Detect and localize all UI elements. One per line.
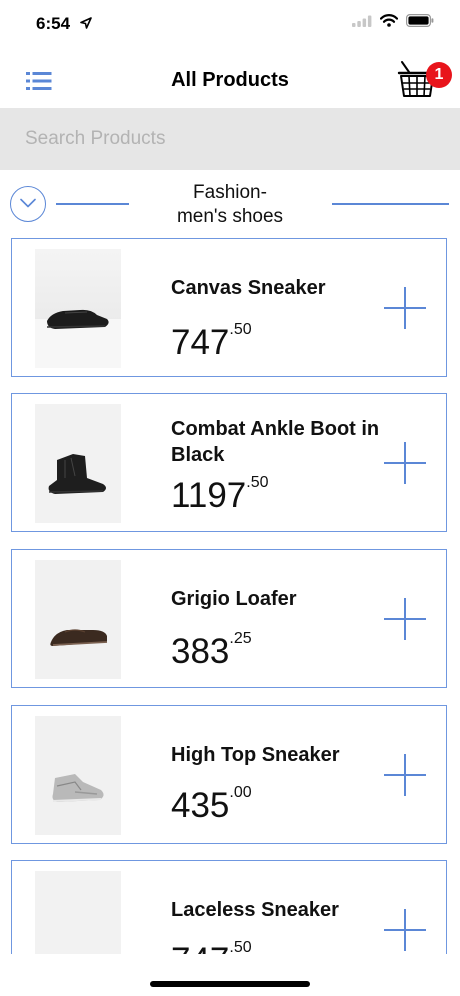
add-to-cart-button[interactable]	[384, 287, 426, 329]
product-image	[35, 871, 121, 954]
product-name: Laceless Sneaker	[171, 899, 339, 921]
product-name: Grigio Loafer	[171, 588, 297, 610]
product-image	[35, 716, 121, 835]
category-expand-button[interactable]	[10, 186, 46, 222]
category-header: Fashion- men's shoes	[0, 176, 460, 234]
product-price: 747.50	[171, 939, 252, 954]
battery-icon	[406, 14, 434, 27]
price-main: 383	[171, 632, 230, 671]
shoe-image	[35, 309, 121, 368]
product-card[interactable]: High Top Sneaker 435.00	[11, 705, 447, 844]
signal-icon	[352, 15, 372, 27]
product-card[interactable]: Canvas Sneaker 747.50	[11, 238, 447, 377]
location-arrow-icon	[80, 17, 92, 29]
add-to-cart-button[interactable]	[384, 754, 426, 796]
page-title: All Products	[171, 69, 289, 91]
price-main: 747	[171, 323, 230, 362]
category-divider-left	[56, 203, 129, 205]
status-bar: 6:54	[0, 0, 460, 50]
shoe-image	[35, 560, 121, 679]
price-cents: .00	[229, 784, 252, 801]
add-to-cart-button[interactable]	[384, 598, 426, 640]
shoe-image	[35, 871, 121, 954]
category-title-line1: Fashion-	[193, 182, 267, 203]
price-cents: .50	[229, 939, 252, 954]
product-name: Canvas Sneaker	[171, 277, 326, 299]
product-price: 1197.50	[171, 474, 269, 516]
price-main: 747	[171, 941, 229, 954]
add-to-cart-button[interactable]	[384, 909, 426, 951]
product-image	[35, 404, 121, 523]
category-divider-right	[332, 203, 449, 205]
price-cents: .25	[229, 630, 252, 647]
product-price: 383.25	[171, 630, 252, 672]
product-image	[35, 249, 121, 368]
price-main: 1197	[171, 476, 247, 515]
navigation-bar: All Products	[0, 50, 460, 108]
add-to-cart-button[interactable]	[384, 442, 426, 484]
product-card[interactable]: Combat Ankle Boot in Black 1197.50	[11, 393, 447, 532]
price-cents: .50	[246, 474, 269, 491]
product-card[interactable]: Grigio Loafer 383.25	[11, 549, 447, 688]
shoe-image	[35, 404, 121, 523]
search-bar	[0, 108, 460, 170]
product-price: 435.00	[171, 784, 252, 826]
category-title-line2: men's shoes	[176, 206, 284, 227]
product-list: Canvas Sneaker 747.50 Combat Ankle Boot …	[0, 236, 460, 954]
wifi-icon	[380, 14, 398, 27]
price-cents: .50	[229, 321, 252, 338]
status-time: 6:54	[36, 14, 71, 33]
cart-count-badge: 1	[426, 62, 452, 88]
category-title: Fashion- men's shoes	[150, 181, 310, 229]
search-input[interactable]	[0, 108, 460, 170]
product-image	[35, 560, 121, 679]
product-card[interactable]: Laceless Sneaker 747.50	[11, 860, 447, 954]
home-indicator[interactable]	[150, 981, 310, 987]
price-main: 435	[171, 786, 230, 825]
product-name: High Top Sneaker	[171, 744, 340, 766]
product-price: 747.50	[171, 321, 252, 363]
product-name: Combat Ankle Boot in Black	[171, 418, 380, 466]
bottom-safe-area	[0, 954, 460, 996]
chevron-down-icon	[20, 198, 36, 208]
shoe-image	[35, 716, 121, 835]
